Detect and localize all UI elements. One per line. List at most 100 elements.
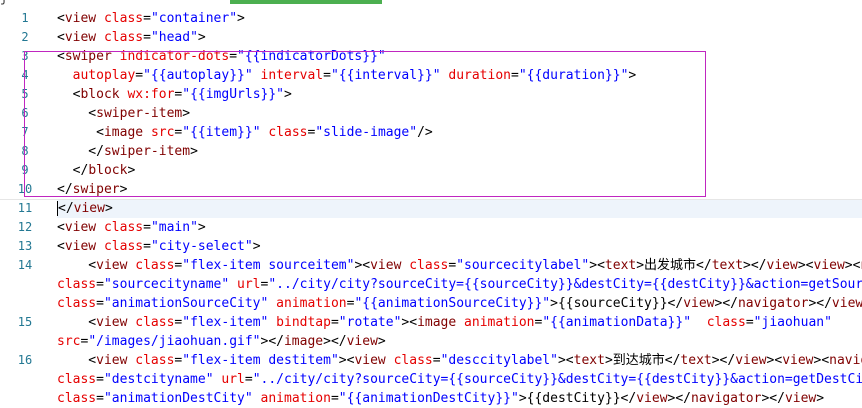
code-line[interactable]: <swiper indicator-dots="{{indicatorDots}…	[57, 47, 862, 66]
code-token: <	[57, 106, 97, 121]
fold-divider	[0, 199, 862, 200]
code-token: "sourcecitylabel"	[456, 258, 590, 273]
code-token: ></	[761, 391, 785, 406]
code-token: "city-select"	[150, 239, 253, 254]
code-token: navigator	[737, 296, 809, 311]
code-token: "flex-item destitem"	[182, 353, 339, 368]
code-token: "rotate"	[338, 315, 402, 330]
code-token: >到达城市</	[604, 353, 681, 368]
code-token: </	[57, 182, 73, 197]
line-number: 9	[21, 163, 29, 177]
code-token: >	[816, 391, 825, 406]
code-token: "destcityname"	[103, 372, 214, 387]
code-token: </	[57, 144, 104, 159]
code-line[interactable]: </swiper>	[57, 180, 862, 199]
code-token: >	[127, 163, 136, 178]
code-token: ><	[401, 315, 418, 330]
code-line[interactable]: <view class="flex-item destitem"><view c…	[57, 351, 862, 370]
code-line[interactable]: <swiper-item>	[57, 104, 862, 123]
code-token: view	[766, 258, 798, 273]
code-line[interactable]: </swiper-item>	[57, 142, 862, 161]
line-number	[0, 370, 50, 389]
line-number: 6	[21, 106, 29, 120]
code-line[interactable]: </block>	[57, 161, 862, 180]
line-number: 10	[17, 182, 33, 196]
code-token: view	[813, 258, 845, 273]
code-token: view	[346, 334, 378, 349]
code-token: <	[57, 315, 97, 330]
code-token: >	[237, 11, 245, 26]
code-token: class	[135, 353, 175, 368]
code-token: "flex-item"	[182, 315, 269, 330]
code-line[interactable]: <image src="{{item}}" class="slide-image…	[57, 123, 862, 142]
code-token: image	[283, 334, 324, 349]
code-token: "{{animationDestCity}}"	[338, 391, 519, 406]
code-token: "../city/city?sourceCity={{sourceCity}}&…	[268, 277, 862, 292]
code-token: class	[409, 258, 449, 273]
code-line[interactable]: class="animationDestCity" animation="{{a…	[57, 389, 862, 408]
code-token: view	[64, 239, 97, 254]
code-line[interactable]: class="destcityname" url="../city/city?s…	[57, 370, 862, 389]
code-token: ><	[844, 258, 861, 273]
code-token: <	[57, 30, 65, 45]
tab-strip-partial-text: j	[0, 0, 22, 5]
code-token: view	[831, 296, 862, 311]
code-line[interactable]: class="animationSourceCity" animation="{…	[57, 294, 862, 313]
code-line[interactable]: class="sourcecityname" url="../city/city…	[57, 275, 862, 294]
code-line[interactable]: <view class="city-select">	[57, 237, 862, 256]
code-line[interactable]: <view class="flex-item sourceitem"><view…	[57, 256, 862, 275]
code-line[interactable]: <block wx:for="{{imgUrls}}">	[57, 85, 862, 104]
code-line[interactable]: <view class="container">	[57, 9, 862, 28]
code-token: >	[628, 68, 637, 83]
code-token: class	[135, 315, 175, 330]
code-token: class	[103, 30, 144, 45]
tab-strip: j	[0, 0, 862, 8]
code-token: "{{indicatorDots}}"	[237, 49, 386, 64]
line-number: 7	[21, 125, 29, 139]
code-line[interactable]: </view>	[57, 199, 862, 218]
code-line[interactable]: <view class="head">	[57, 28, 862, 47]
code-token: class	[268, 125, 308, 140]
code-token: >	[284, 87, 292, 102]
code-token: ></	[808, 296, 832, 311]
code-token: url	[237, 277, 261, 292]
code-line[interactable]: <view class="flex-item" bindtap="rotate"…	[57, 313, 862, 332]
code-token: ><	[338, 353, 355, 368]
code-token: view	[735, 353, 767, 368]
code-token: image	[417, 315, 457, 330]
active-tab-indicator[interactable]	[230, 0, 382, 4]
code-token: swiper-item	[103, 144, 191, 159]
code-token: >	[104, 201, 113, 216]
code-token: <	[57, 239, 65, 254]
code-token: =	[143, 30, 151, 45]
code-token: >	[377, 334, 386, 349]
code-token: =	[96, 372, 104, 387]
code-token: class	[393, 353, 433, 368]
code-token: class	[57, 296, 97, 311]
code-token: view	[683, 296, 715, 311]
line-number: 4	[21, 68, 29, 82]
code-line[interactable]: <view class="main">	[57, 218, 862, 237]
code-token: view	[370, 258, 402, 273]
code-token: </	[58, 201, 74, 216]
code-token: =	[330, 315, 339, 330]
code-token: ></	[711, 353, 736, 368]
code-line[interactable]: autoplay="{{autoplay}}" interval="{{inte…	[57, 66, 862, 85]
code-token: class	[57, 391, 97, 406]
code-token: navigator	[691, 391, 762, 406]
code-editor[interactable]: <view class="container"> <view class="hea…	[57, 9, 862, 408]
line-number	[0, 275, 50, 294]
code-token: text	[711, 258, 744, 273]
code-token: bindtap	[276, 315, 331, 330]
code-token: <	[57, 11, 65, 26]
code-line[interactable]: src="/images/jiaohuan.gif"></image></vie…	[57, 332, 862, 351]
code-token: "../city/city?sourceCity={{sourceCity}}&…	[252, 372, 862, 387]
code-token: swiper	[64, 49, 112, 64]
code-token: class	[103, 220, 144, 235]
